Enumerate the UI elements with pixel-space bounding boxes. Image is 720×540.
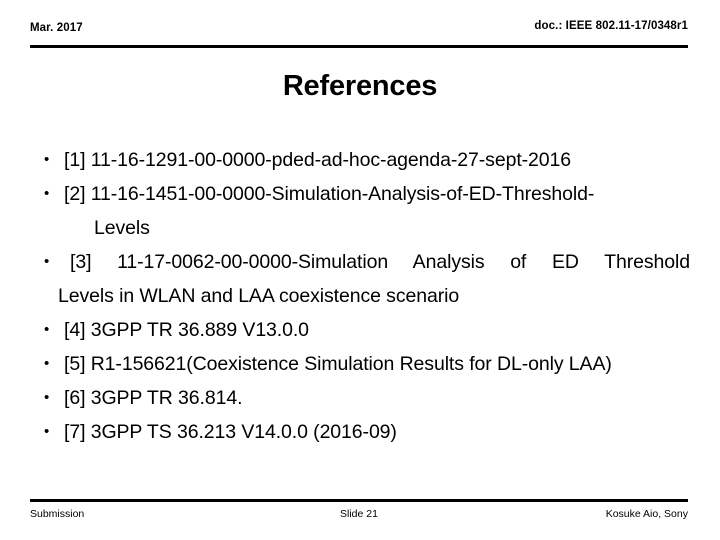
list-item-text: [1] 11-16-1291-00-0000-pded-ad-hoc-agend… — [64, 149, 572, 171]
bullet-icon: • — [44, 151, 50, 168]
slide-footer: Submission Slide 21 Kosuke Aio, Sony — [30, 508, 688, 524]
list-item: • [3] 11-17-0062-00-0000-Simulation Anal… — [30, 245, 690, 313]
footer-divider — [30, 499, 688, 502]
list-item: • [1] 11-16-1291-00-0000-pded-ad-hoc-age… — [30, 143, 690, 177]
bullet-icon: • — [44, 355, 50, 372]
bullet-icon: • — [44, 423, 50, 440]
bullet-icon: • — [44, 389, 50, 406]
header-date: Mar. 2017 — [30, 22, 83, 34]
bullet-icon: • — [44, 321, 50, 338]
footer-slide-number: Slide 21 — [340, 508, 378, 520]
header-divider — [30, 45, 688, 48]
list-item: • [2] 11-16-1451-00-0000-Simulation-Anal… — [30, 177, 690, 245]
list-item-text: [5] R1-156621(Coexistence Simulation Res… — [64, 353, 612, 375]
list-item-text: [3] 11-17-0062-00-0000-Simulation Analys… — [70, 251, 690, 273]
header-document-id: doc.: IEEE 802.11-17/0348r1 — [534, 20, 688, 32]
list-item-text: [2] 11-16-1451-00-0000-Simulation-Analys… — [64, 183, 595, 205]
list-item: • [4] 3GPP TR 36.889 V13.0.0 — [30, 313, 690, 347]
list-item: • [6] 3GPP TR 36.814. — [30, 381, 690, 415]
list-item-text-continued: Levels in WLAN and LAA coexistence scena… — [58, 285, 460, 307]
list-item-text: [6] 3GPP TR 36.814. — [64, 387, 243, 409]
footer-author: Kosuke Aio, Sony — [605, 508, 688, 520]
list-item: • [5] R1-156621(Coexistence Simulation R… — [30, 347, 690, 381]
references-list: • [1] 11-16-1291-00-0000-pded-ad-hoc-age… — [30, 143, 690, 449]
list-item-text: [4] 3GPP TR 36.889 V13.0.0 — [64, 319, 309, 341]
list-item: • [7] 3GPP TS 36.213 V14.0.0 (2016-09) — [30, 415, 690, 449]
bullet-icon: • — [44, 185, 50, 202]
bullet-icon: • — [44, 253, 50, 270]
page-title: References — [282, 70, 438, 102]
slide-header: Mar. 2017 doc.: IEEE 802.11-17/0348r1 — [30, 20, 688, 46]
list-item-text-continued: Levels — [94, 217, 150, 239]
list-item-text: [7] 3GPP TS 36.213 V14.0.0 (2016-09) — [64, 421, 397, 443]
